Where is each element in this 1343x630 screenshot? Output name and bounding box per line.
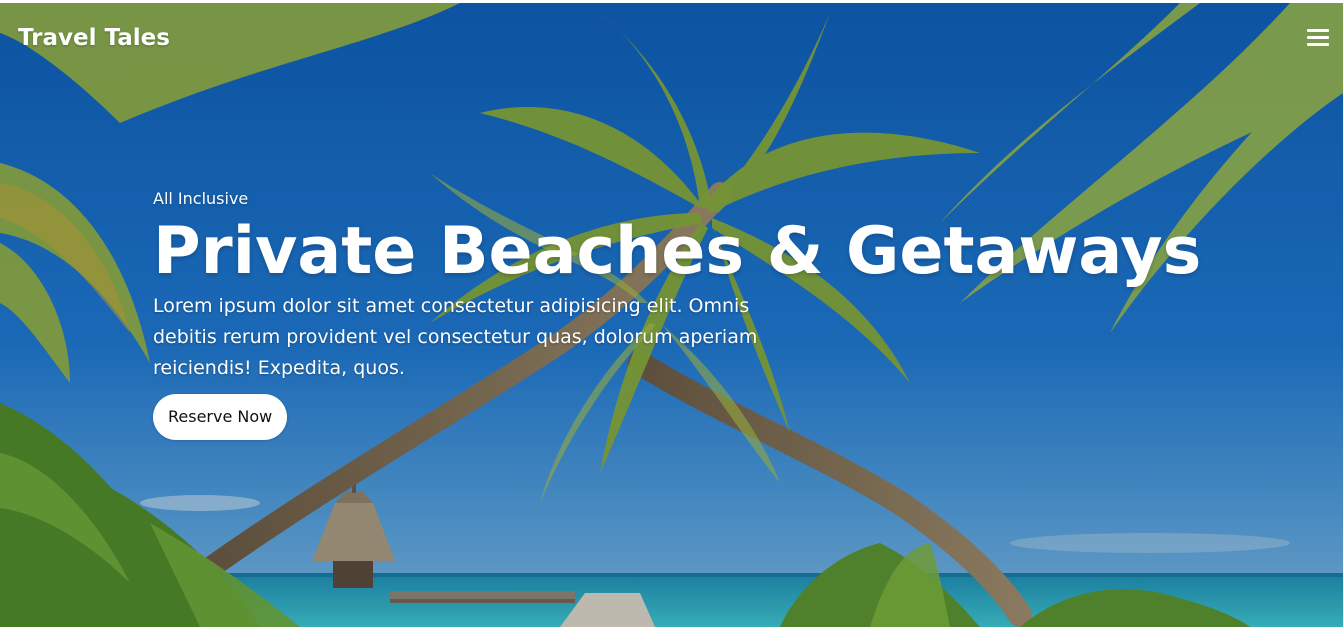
menu-bar-top <box>1307 29 1329 32</box>
hero-headline: Private Beaches & Getaways <box>153 214 1202 289</box>
hero-eyebrow: All Inclusive <box>153 189 249 208</box>
hamburger-menu-icon[interactable] <box>1307 27 1329 47</box>
hero-content: All Inclusive Private Beaches & Getaways… <box>153 189 1273 440</box>
brand-logo[interactable]: Travel Tales <box>18 25 170 51</box>
menu-bar-bottom <box>1307 43 1329 46</box>
hero-section: Travel Tales All Inclusive Private Beach… <box>0 3 1343 627</box>
reserve-now-button[interactable]: Reserve Now <box>153 394 288 440</box>
navbar: Travel Tales <box>0 3 1343 79</box>
hero-description: Lorem ipsum dolor sit amet consectetur a… <box>153 295 758 379</box>
menu-bar-middle <box>1307 36 1329 39</box>
